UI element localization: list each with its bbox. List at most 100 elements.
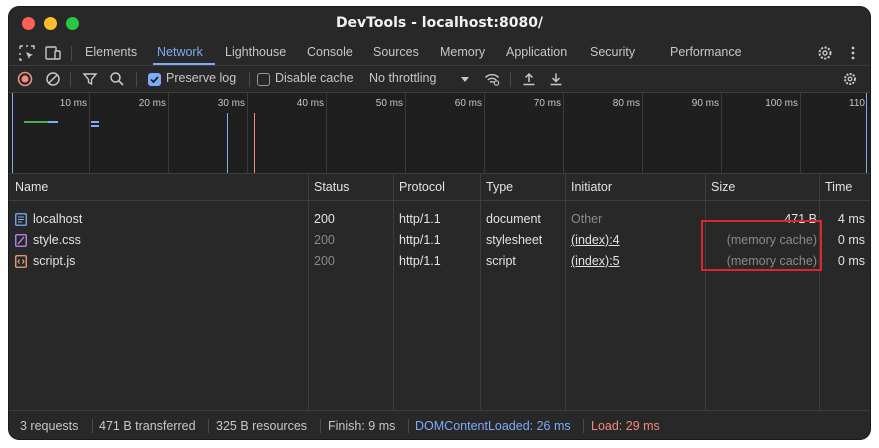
request-name[interactable]: style.css — [33, 233, 81, 247]
stylesheet-file-icon — [15, 234, 27, 247]
column-header-name[interactable]: Name — [15, 180, 48, 194]
timeline-tick-label: 50 ms — [375, 98, 403, 109]
toolbar-separator — [249, 72, 250, 87]
timeline-start-marker — [12, 93, 13, 173]
search-icon[interactable] — [109, 71, 125, 87]
column-header-type[interactable]: Type — [486, 180, 513, 194]
filter-icon[interactable] — [82, 71, 98, 87]
throttling-select[interactable]: No throttling — [369, 71, 436, 85]
request-status: 200 — [314, 212, 335, 226]
tab-performance[interactable]: Performance — [670, 45, 742, 59]
title-bar: DevTools - localhost:8080/ — [9, 7, 870, 40]
network-summary-bar: 3 requests 471 B transferred 325 B resou… — [9, 410, 870, 439]
request-type: document — [486, 212, 541, 226]
request-status: 200 — [314, 254, 335, 268]
tab-lighthouse[interactable]: Lighthouse — [225, 45, 286, 59]
request-protocol: http/1.1 — [399, 233, 441, 247]
column-header-status[interactable]: Status — [314, 180, 349, 194]
disable-cache-label[interactable]: Disable cache — [275, 71, 354, 85]
toolbar-separator — [70, 72, 71, 87]
tab-sources[interactable]: Sources — [373, 45, 419, 59]
request-type: stylesheet — [486, 233, 543, 247]
timeline-gridline — [405, 93, 406, 173]
network-overview-timeline[interactable]: 10 ms 20 ms 30 ms 40 ms 50 ms 60 ms 70 m… — [9, 93, 870, 174]
timeline-gridline — [721, 93, 722, 173]
column-header-initiator[interactable]: Initiator — [571, 180, 612, 194]
network-settings-gear-icon[interactable] — [842, 71, 858, 87]
request-bar-script — [91, 125, 99, 127]
column-header-size[interactable]: Size — [711, 180, 735, 194]
preserve-log-label[interactable]: Preserve log — [166, 71, 236, 85]
column-header-protocol[interactable]: Protocol — [399, 180, 445, 194]
tab-application[interactable]: Application — [506, 45, 567, 59]
memory-cache-highlight-box — [701, 220, 822, 271]
timeline-tick-label: 100 ms — [765, 98, 798, 109]
table-header: Name Status Protocol Type Initiator Size… — [9, 174, 870, 201]
requests-table: Name Status Protocol Type Initiator Size… — [9, 174, 870, 410]
timeline-tick-label: 70 ms — [533, 98, 561, 109]
network-conditions-icon[interactable] — [484, 71, 500, 87]
tab-memory[interactable]: Memory — [440, 45, 485, 59]
checkmark-icon — [150, 76, 159, 84]
timeline-tick-label: 20 ms — [138, 98, 166, 109]
import-har-icon[interactable] — [521, 71, 537, 87]
devtools-window: DevTools - localhost:8080/ Elements Netw… — [9, 7, 870, 439]
network-toolbar: Preserve log Disable cache No throttling — [9, 66, 870, 93]
clear-icon[interactable] — [45, 71, 61, 87]
record-stop-icon[interactable] — [17, 71, 33, 87]
tab-security[interactable]: Security — [590, 45, 635, 59]
request-initiator: Other — [571, 212, 603, 226]
timeline-gridline — [247, 93, 248, 173]
disable-cache-checkbox[interactable] — [257, 73, 270, 86]
tab-elements[interactable]: Elements — [85, 45, 137, 59]
timeline-gridline — [89, 93, 90, 173]
request-protocol: http/1.1 — [399, 254, 441, 268]
request-bar-stylesheet — [91, 121, 99, 123]
device-toolbar-icon[interactable] — [44, 44, 62, 62]
request-time: 4 ms — [837, 212, 865, 226]
timeline-tick-label: 30 ms — [217, 98, 245, 109]
timeline-tick-label: 90 ms — [691, 98, 719, 109]
settings-gear-icon[interactable] — [816, 44, 834, 62]
request-name[interactable]: localhost — [33, 212, 82, 226]
preserve-log-checkbox[interactable] — [148, 73, 161, 86]
timeline-tick-label: 110 — [849, 98, 865, 109]
request-status: 200 — [314, 233, 335, 247]
timeline-tick-label: 40 ms — [296, 98, 324, 109]
request-bar-document — [24, 121, 48, 123]
script-file-icon — [15, 255, 27, 268]
request-initiator-link[interactable]: (index):4 — [571, 233, 620, 247]
inspect-element-icon[interactable] — [18, 44, 36, 62]
load-event-line — [254, 113, 255, 173]
request-name[interactable]: script.js — [33, 254, 75, 268]
resources-size: 325 B resources — [216, 419, 308, 433]
tab-separator — [71, 46, 72, 61]
status-separator — [208, 419, 209, 433]
panel-tab-bar: Elements Network Lighthouse Console Sour… — [9, 40, 870, 66]
request-time: 0 ms — [837, 233, 865, 247]
timeline-gridline — [168, 93, 169, 173]
request-time: 0 ms — [837, 254, 865, 268]
document-file-icon — [15, 213, 27, 226]
request-protocol: http/1.1 — [399, 212, 441, 226]
column-header-time[interactable]: Time — [825, 180, 852, 194]
transferred-size: 471 B transferred — [99, 419, 196, 433]
timeline-gridline — [484, 93, 485, 173]
tab-console[interactable]: Console — [307, 45, 353, 59]
window-title: DevTools - localhost:8080/ — [335, 15, 544, 31]
more-options-icon[interactable] — [844, 44, 862, 62]
timeline-gridline — [642, 93, 643, 173]
timeline-gridline — [326, 93, 327, 173]
status-separator — [320, 419, 321, 433]
tab-network[interactable]: Network — [157, 45, 203, 59]
dropdown-arrow-icon[interactable] — [457, 71, 473, 87]
request-bar-document-download — [48, 121, 58, 123]
export-har-icon[interactable] — [548, 71, 564, 87]
status-separator — [583, 419, 584, 433]
timeline-tick-label: 80 ms — [612, 98, 640, 109]
load-time: Load: 29 ms — [591, 419, 660, 433]
finish-time: Finish: 9 ms — [328, 419, 396, 433]
dom-content-loaded-time: DOMContentLoaded: 26 ms — [415, 419, 571, 433]
timeline-tick-label: 10 ms — [59, 98, 87, 109]
request-initiator-link[interactable]: (index):5 — [571, 254, 620, 268]
